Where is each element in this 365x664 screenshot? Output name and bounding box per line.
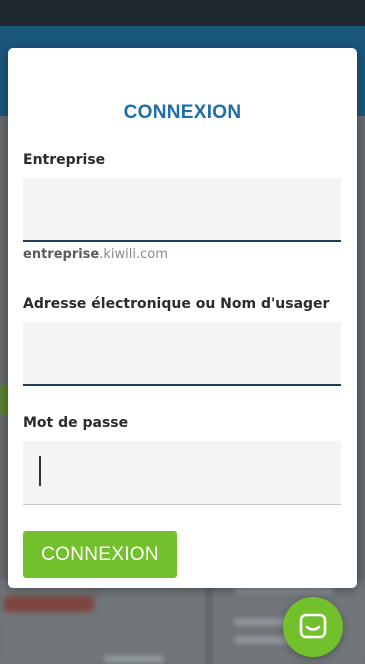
login-submit-button[interactable]: CONNEXION — [23, 531, 177, 578]
login-modal: CONNEXION Entreprise entreprise.kiwili.c… — [8, 48, 357, 588]
password-label: Mot de passe — [23, 415, 129, 431]
company-hint-domain: .kiwili.com — [99, 247, 168, 262]
username-label: Adresse électronique ou Nom d'usager — [23, 296, 330, 312]
username-input[interactable] — [23, 322, 341, 386]
password-input[interactable] — [23, 441, 341, 505]
company-input[interactable] — [23, 178, 341, 242]
chat-icon — [299, 613, 327, 639]
company-hint-strong: entreprise — [23, 247, 100, 262]
company-hint: entreprise.kiwili.com — [23, 247, 168, 262]
text-caret — [39, 456, 41, 486]
chat-launcher-button[interactable] — [283, 597, 343, 657]
login-title: CONNEXION — [123, 102, 242, 123]
company-label: Entreprise — [23, 152, 106, 168]
